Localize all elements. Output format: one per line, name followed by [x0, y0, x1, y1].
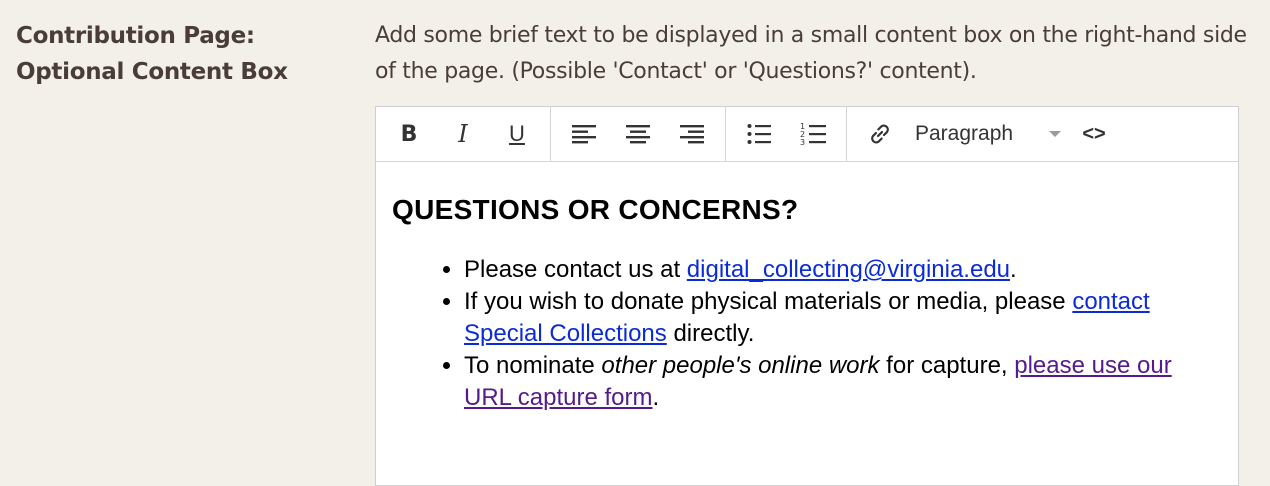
list-group: 123	[726, 107, 847, 161]
link-icon	[871, 124, 889, 144]
list-item-text: To nominate	[464, 352, 602, 379]
italic-button[interactable]: I	[436, 107, 490, 161]
numbered-list-button[interactable]: 123	[786, 107, 840, 161]
list-item: Please contact us at digital_collecting@…	[464, 254, 1222, 286]
bullet-list-icon	[747, 124, 771, 144]
list-item-text: Please contact us at	[464, 256, 687, 283]
link-button[interactable]	[853, 107, 907, 161]
list-item-text: for capture,	[879, 352, 1015, 379]
align-group	[551, 107, 726, 161]
align-left-icon	[572, 125, 596, 144]
list-item-text: If you wish to donate physical materials…	[464, 288, 1073, 315]
list-item-text: .	[1010, 256, 1017, 283]
content-list: Please contact us at digital_collecting@…	[392, 254, 1222, 414]
list-item-text: directly.	[666, 320, 755, 347]
align-center-icon	[626, 125, 650, 144]
underline-button[interactable]: U	[490, 107, 544, 161]
chevron-down-icon	[1049, 131, 1061, 137]
paragraph-select-value: Paragraph	[915, 122, 1014, 145]
align-left-button[interactable]	[557, 107, 611, 161]
underline-icon: U	[509, 121, 525, 146]
field-label: Contribution Page: Optional Content Box	[16, 23, 288, 85]
bold-icon: B	[400, 121, 418, 147]
list-item: If you wish to donate physical materials…	[464, 286, 1222, 350]
field-description: Add some brief text to be displayed in a…	[375, 23, 1247, 84]
numbered-list-icon: 123	[800, 122, 826, 146]
bullet-list-button[interactable]	[732, 107, 786, 161]
insert-group: Paragraph <>	[847, 107, 1127, 161]
email-link[interactable]: digital_collecting@virginia.edu	[687, 256, 1010, 283]
editor-content[interactable]: QUESTIONS OR CONCERNS? Please contact us…	[376, 162, 1238, 446]
list-item-emphasis: other people's online work	[601, 352, 880, 379]
align-right-button[interactable]	[665, 107, 719, 161]
list-item: To nominate other people's online work f…	[464, 350, 1222, 414]
bold-button[interactable]: B	[382, 107, 436, 161]
code-icon: <>	[1082, 122, 1106, 145]
editor-toolbar: B I U 123 Paragraph <>	[376, 107, 1238, 162]
paragraph-format-select[interactable]: Paragraph	[907, 107, 1067, 161]
list-item-text: .	[652, 384, 660, 411]
align-right-icon	[680, 125, 704, 144]
svg-text:3: 3	[800, 138, 805, 146]
italic-icon: I	[458, 120, 468, 148]
align-center-button[interactable]	[611, 107, 665, 161]
rich-text-editor[interactable]: B I U 123 Paragraph <> QUESTIONS OR CONC…	[375, 106, 1239, 486]
source-code-button[interactable]: <>	[1067, 107, 1121, 161]
content-heading: QUESTIONS OR CONCERNS?	[392, 194, 799, 225]
format-group: B I U	[376, 107, 551, 161]
